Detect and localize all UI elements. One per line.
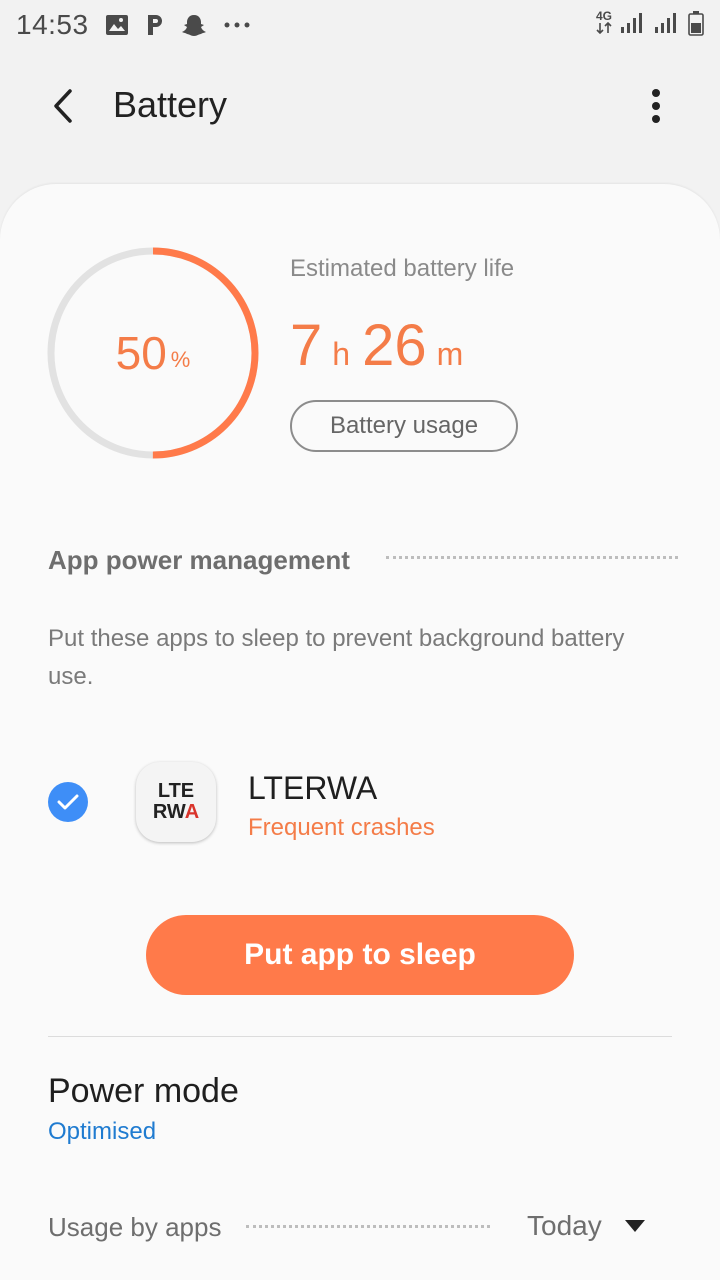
signal-icon <box>655 13 676 33</box>
more-options-button[interactable] <box>632 80 680 132</box>
usage-period-value: Today <box>527 1210 602 1241</box>
battery-icon <box>688 11 704 36</box>
app-icon-text-top: LTE <box>157 780 195 802</box>
signal-icon <box>621 13 642 33</box>
estimated-life-value: 7 h 26 m <box>290 312 475 379</box>
app-power-management-title: App power management <box>48 545 350 575</box>
estimated-life-label: Estimated battery life <box>290 255 515 282</box>
app-bar: Battery <box>0 60 720 150</box>
app-status: Frequent crashes <box>248 814 435 841</box>
section-divider <box>386 556 678 559</box>
network-type: 4G <box>595 8 612 36</box>
app-icon-text-bottom: RWA <box>153 802 199 823</box>
app-checkbox[interactable] <box>48 782 88 822</box>
divider <box>48 1036 672 1037</box>
back-button[interactable] <box>40 82 88 130</box>
network-label: 4G <box>595 8 612 23</box>
app-list-item[interactable]: LTE RWA LTERWA Frequent crashes <box>0 760 720 844</box>
page-title: Battery <box>113 84 228 125</box>
back-arrow-icon <box>54 89 72 123</box>
app-icon-text-rw: RW <box>152 801 185 823</box>
usage-divider <box>246 1225 490 1228</box>
estimated-minutes: 26 <box>362 313 427 378</box>
dropdown-triangle-icon <box>624 1220 645 1232</box>
snapchat-icon <box>181 13 207 37</box>
battery-percent-value: 50 <box>115 327 167 379</box>
status-bar: 14:53 4G <box>0 0 720 50</box>
usage-period-dropdown[interactable]: Today <box>527 1210 646 1242</box>
check-icon <box>57 794 79 810</box>
power-mode-title: Power mode <box>48 1072 239 1110</box>
battery-percent: 50 % <box>46 246 260 460</box>
estimated-minutes-unit: m <box>436 336 464 372</box>
notification-icons <box>105 13 251 37</box>
data-arrows-icon <box>596 21 612 34</box>
more-notifications-icon <box>223 21 251 29</box>
system-status-icons: 4G <box>596 10 704 36</box>
status-time: 14:53 <box>16 9 89 40</box>
app-icon-text-accent: A <box>184 801 200 823</box>
lterwa-app-icon: LTE RWA <box>136 762 216 842</box>
app-name: LTERWA <box>248 770 378 806</box>
p-app-icon <box>145 13 165 37</box>
estimated-hours-unit: h <box>332 336 351 372</box>
put-app-to-sleep-button[interactable]: Put app to sleep <box>146 915 574 995</box>
power-mode-value: Optimised <box>48 1118 157 1145</box>
battery-usage-button[interactable]: Battery usage <box>290 400 518 452</box>
estimated-hours: 7 <box>290 313 323 378</box>
battery-percent-sign: % <box>170 347 191 372</box>
more-vertical-icon <box>652 89 660 123</box>
usage-by-apps-title: Usage by apps <box>48 1212 222 1242</box>
image-icon <box>105 14 129 36</box>
power-management-description: Put these apps to sleep to prevent backg… <box>48 625 625 690</box>
